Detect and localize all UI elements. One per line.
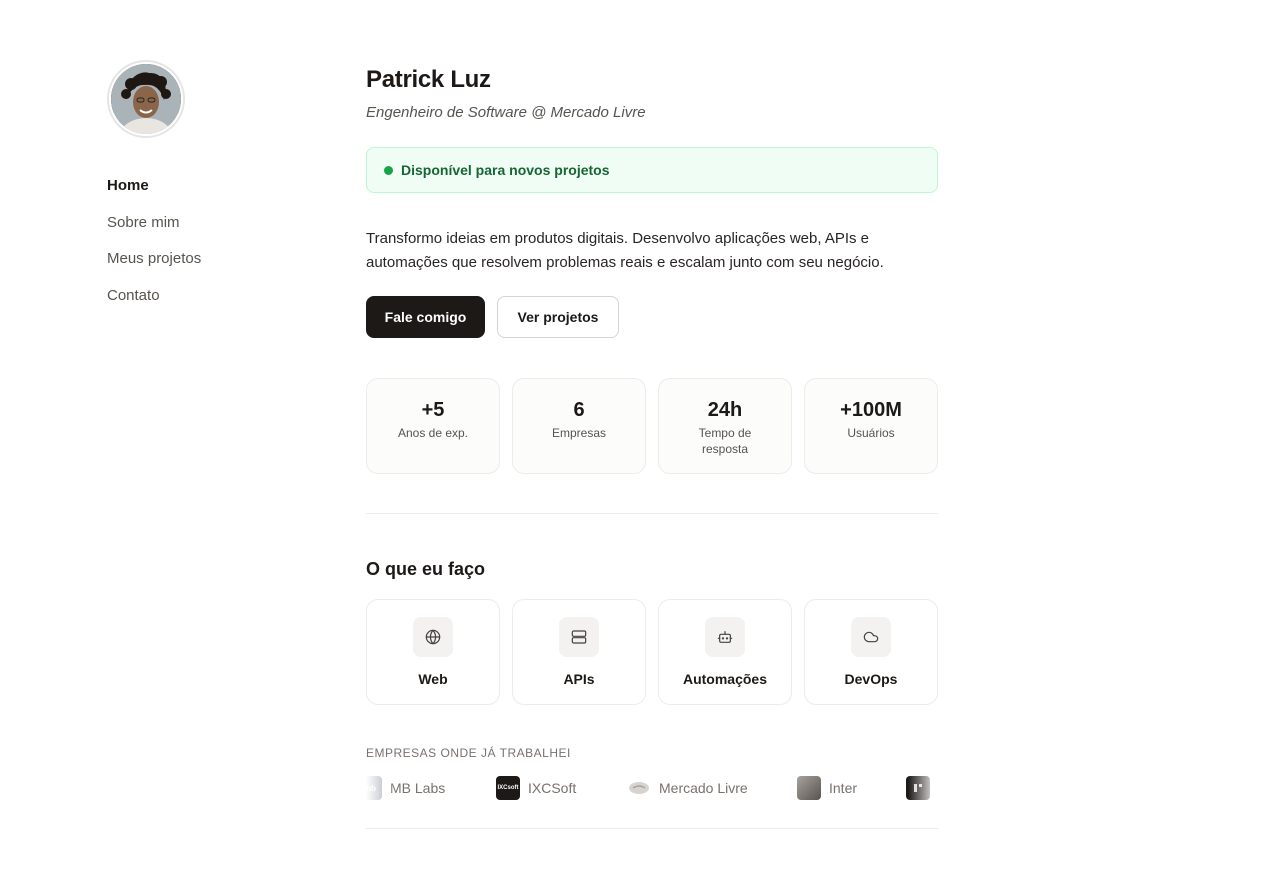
- section-divider: [366, 828, 938, 829]
- profile-photo-icon: [111, 64, 181, 134]
- server-icon: [559, 617, 599, 657]
- companies-marquee: mb MB Labs IXCsoft IXCSoft Mercado Livre…: [366, 776, 938, 802]
- main-content: Patrick Luz Engenheiro de Software @ Mer…: [366, 66, 938, 829]
- service-card-apis[interactable]: APIs: [512, 599, 646, 705]
- service-label: APIs: [563, 671, 595, 687]
- service-label: Automações: [682, 671, 768, 687]
- services-grid: Web APIs Automações DevOps: [366, 599, 938, 705]
- stats-grid: +5 Anos de exp. 6 Empresas 24h Tempo de …: [366, 378, 938, 474]
- stat-value: 6: [573, 399, 585, 421]
- stat-card: 6 Empresas: [512, 378, 646, 474]
- services-title: O que eu faço: [366, 559, 486, 579]
- stat-value: +100M: [840, 399, 902, 421]
- contact-button[interactable]: Fale comigo: [366, 296, 485, 338]
- avatar[interactable]: [107, 60, 185, 138]
- marquee-fade-left: [366, 776, 396, 802]
- mercado-livre-logo-icon: [627, 776, 651, 800]
- sidebar: Home Sobre mim Meus projetos Contato: [107, 60, 307, 322]
- company-name: IXCSoft: [528, 780, 577, 796]
- service-card-automacoes[interactable]: Automações: [658, 599, 792, 705]
- availability-text: Disponível para novos projetos: [401, 162, 610, 178]
- company-name: Inter: [829, 780, 858, 796]
- companies-title: EMPRESAS ONDE JÁ TRABALHEI: [366, 746, 571, 760]
- profile-name: Patrick Luz: [366, 66, 491, 93]
- sidebar-nav: Home Sobre mim Meus projetos Contato: [107, 176, 307, 322]
- company-name: Mercado Livre: [659, 780, 748, 796]
- view-projects-button[interactable]: Ver projetos: [497, 296, 619, 338]
- service-label: DevOps: [844, 671, 898, 687]
- stat-label: Anos de exp.: [397, 426, 469, 440]
- nav-item-meus-projetos[interactable]: Meus projetos: [107, 249, 307, 286]
- cta-buttons: Fale comigo Ver projetos: [366, 296, 938, 338]
- service-label: Web: [418, 671, 448, 687]
- globe-icon: [413, 617, 453, 657]
- stat-card: +100M Usuários: [804, 378, 938, 474]
- company-name: MB Labs: [390, 780, 446, 796]
- inter-logo-icon: [797, 776, 821, 800]
- bot-icon: [705, 617, 745, 657]
- availability-badge: Disponível para novos projetos: [366, 147, 938, 193]
- stat-label: Empresas: [551, 426, 607, 440]
- cloud-icon: [851, 617, 891, 657]
- ixcsoft-logo-icon: IXCsoft: [496, 776, 520, 800]
- stat-card: +5 Anos de exp.: [366, 378, 500, 474]
- stat-card: 24h Tempo de resposta: [658, 378, 792, 474]
- section-divider: [366, 513, 938, 514]
- company-item: Mercado Livre: [627, 776, 748, 800]
- nav-item-contato[interactable]: Contato: [107, 286, 307, 323]
- company-item: Inter: [797, 776, 857, 800]
- service-card-devops[interactable]: DevOps: [804, 599, 938, 705]
- stat-label: Tempo de resposta: [698, 426, 752, 456]
- nav-item-home[interactable]: Home: [107, 176, 307, 213]
- stat-value: 24h: [707, 399, 743, 421]
- status-dot-icon: [384, 165, 393, 175]
- stat-value: +5: [421, 399, 445, 421]
- service-card-web[interactable]: Web: [366, 599, 500, 705]
- intro-text: Transformo ideias em produtos digitais. …: [366, 230, 884, 271]
- stat-label: Usuários: [847, 426, 895, 440]
- marquee-fade-right: [908, 776, 938, 802]
- company-item: IXCsoft IXCSoft: [496, 776, 576, 800]
- profile-role: Engenheiro de Software @ Mercado Livre: [366, 104, 646, 121]
- nav-item-sobre-mim[interactable]: Sobre mim: [107, 213, 307, 250]
